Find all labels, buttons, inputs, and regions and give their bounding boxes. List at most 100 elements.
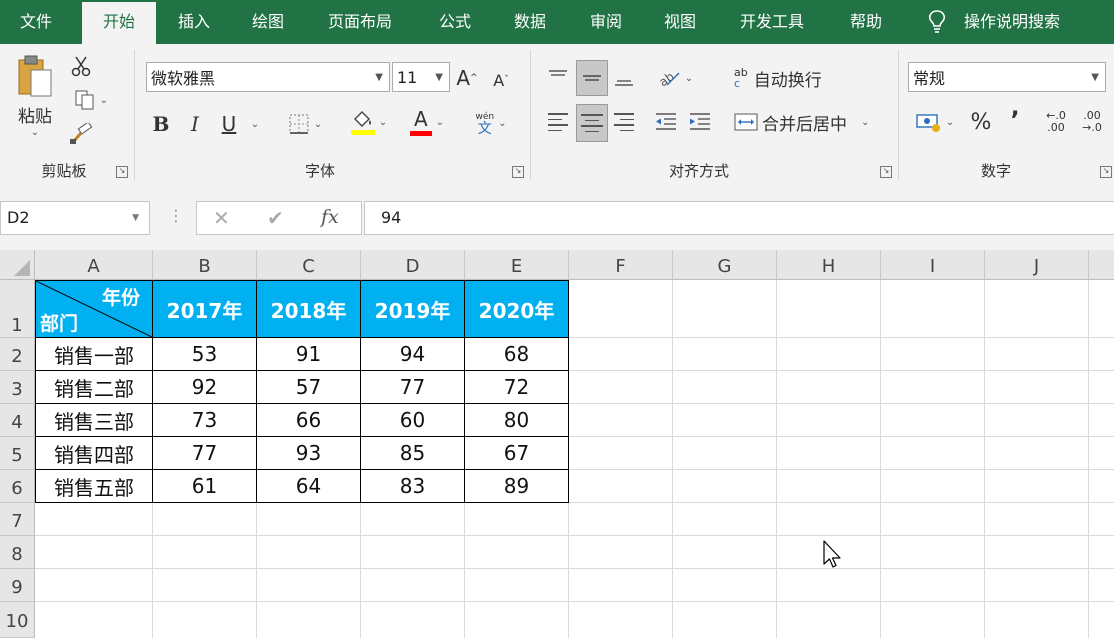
column-header-e[interactable]: E [465,250,569,280]
table-cell[interactable]: 91 [256,337,361,371]
row-header-2[interactable]: 2 [0,338,35,371]
shrink-font-button[interactable]: Aˇ [488,66,514,94]
table-cell[interactable]: 64 [256,469,361,503]
table-cell[interactable]: 66 [256,403,361,437]
cut-button[interactable] [68,54,94,78]
select-all-button[interactable] [0,250,35,280]
enter-button[interactable]: ✔ [267,206,284,230]
table-row-label[interactable]: 销售一部 [35,337,153,371]
tab-insert[interactable]: 插入 [164,0,224,44]
font-size-select[interactable]: 11 ▼ [392,62,450,92]
row-header-6[interactable]: 6 [0,470,35,503]
font-name-select[interactable]: 微软雅黑 ▼ [146,62,390,92]
align-top-button[interactable] [544,62,572,94]
column-header-g[interactable]: G [673,250,777,280]
accounting-format-button[interactable]: ⌄ [910,108,960,136]
align-right-button[interactable] [610,106,638,138]
tab-home[interactable]: 开始 [82,2,156,44]
underline-dropdown[interactable]: ⌄ [244,110,262,138]
comma-style-button[interactable]: ’ [1002,106,1028,134]
tab-data[interactable]: 数据 [500,0,560,44]
row-header-5[interactable]: 5 [0,437,35,470]
align-left-button[interactable] [544,106,572,138]
cancel-button[interactable]: ✕ [213,206,230,230]
tab-formulas[interactable]: 公式 [428,0,482,44]
table-cell[interactable]: 80 [464,403,569,437]
column-header-partial[interactable] [1089,250,1114,280]
increase-indent-button[interactable] [686,106,714,138]
column-header-c[interactable]: C [257,250,361,280]
table-cell[interactable]: 83 [360,469,465,503]
number-format-select[interactable]: 常规 ▼ [908,62,1106,92]
font-launcher-icon[interactable]: ↘ [512,166,524,178]
paste-button[interactable]: 粘贴 ⌄ [10,52,60,148]
row-header-1[interactable]: 1 [0,280,35,338]
name-box[interactable]: D2 ▼ [0,201,150,235]
row-header-8[interactable]: 8 [0,536,35,569]
column-header-h[interactable]: H [777,250,881,280]
align-middle-button[interactable] [576,60,608,96]
table-row-label[interactable]: 销售五部 [35,469,153,503]
increase-decimal-button[interactable]: ←.0 .00 [1040,106,1072,138]
percent-button[interactable]: % [966,108,996,136]
italic-button[interactable]: I [182,110,208,138]
table-cell[interactable]: 67 [464,436,569,470]
phonetic-guide-button[interactable]: wén 文 ⌄ [466,106,516,140]
table-cell[interactable]: 77 [360,370,465,404]
column-header-d[interactable]: D [361,250,465,280]
tab-review[interactable]: 审阅 [576,0,636,44]
table-cell[interactable]: 77 [152,436,257,470]
copy-button[interactable]: ⌄ [68,88,114,112]
table-cell[interactable]: 92 [152,370,257,404]
column-header-b[interactable]: B [153,250,257,280]
tab-developer[interactable]: 开发工具 [726,0,818,44]
merge-center-button[interactable]: 合并后居中 ⌄ [734,106,880,138]
number-launcher-icon[interactable]: ↘ [1100,166,1112,178]
formula-input[interactable]: 94 [364,201,1114,235]
format-painter-button[interactable] [68,122,94,146]
row-header-4[interactable]: 4 [0,404,35,437]
align-center-button[interactable] [576,104,608,142]
table-row-label[interactable]: 销售二部 [35,370,153,404]
tab-draw[interactable]: 绘图 [238,0,298,44]
cell-e1[interactable]: 2020年 [464,280,569,338]
align-bottom-button[interactable] [610,62,638,94]
tab-page-layout[interactable]: 页面布局 [318,0,402,44]
table-cell[interactable]: 53 [152,337,257,371]
cell-a1-diagonal-header[interactable]: 年份 部门 [35,280,153,338]
row-header-10[interactable]: 10 [0,602,35,638]
wrap-text-button[interactable]: ab c 自动换行 [734,62,844,94]
tell-me-search[interactable]: 操作说明搜索 [922,0,1102,44]
decrease-decimal-button[interactable]: .00 →.0 [1076,106,1108,138]
table-cell-selected[interactable]: 94 [360,337,465,371]
table-cell[interactable]: 57 [256,370,361,404]
grow-font-button[interactable]: A ^ [454,64,480,92]
tab-file[interactable]: 文件 [8,0,64,44]
table-cell[interactable]: 68 [464,337,569,371]
orientation-button[interactable]: ab ⌄ [652,64,698,92]
table-row-label[interactable]: 销售三部 [35,403,153,437]
alignment-launcher-icon[interactable]: ↘ [880,166,892,178]
formula-bar-grip-icon[interactable]: ⋮ [168,206,184,225]
column-header-i[interactable]: I [881,250,985,280]
bold-button[interactable]: B [148,110,174,138]
table-row-label[interactable]: 销售四部 [35,436,153,470]
row-header-3[interactable]: 3 [0,371,35,404]
table-cell[interactable]: 60 [360,403,465,437]
cell-c1[interactable]: 2018年 [256,280,361,338]
table-cell[interactable]: 89 [464,469,569,503]
underline-button[interactable]: U [216,110,242,138]
decrease-indent-button[interactable] [652,106,680,138]
table-cell[interactable]: 73 [152,403,257,437]
cell-d1[interactable]: 2019年 [360,280,465,338]
row-header-7[interactable]: 7 [0,503,35,536]
borders-button[interactable]: ⌄ [280,110,330,138]
paste-dropdown-arrow[interactable]: ⌄ [31,127,39,138]
table-cell[interactable]: 72 [464,370,569,404]
clipboard-launcher-icon[interactable]: ↘ [116,166,128,178]
tab-view[interactable]: 视图 [650,0,710,44]
cell-b1[interactable]: 2017年 [152,280,257,338]
column-header-a[interactable]: A [35,250,153,280]
column-header-f[interactable]: F [569,250,673,280]
table-cell[interactable]: 93 [256,436,361,470]
